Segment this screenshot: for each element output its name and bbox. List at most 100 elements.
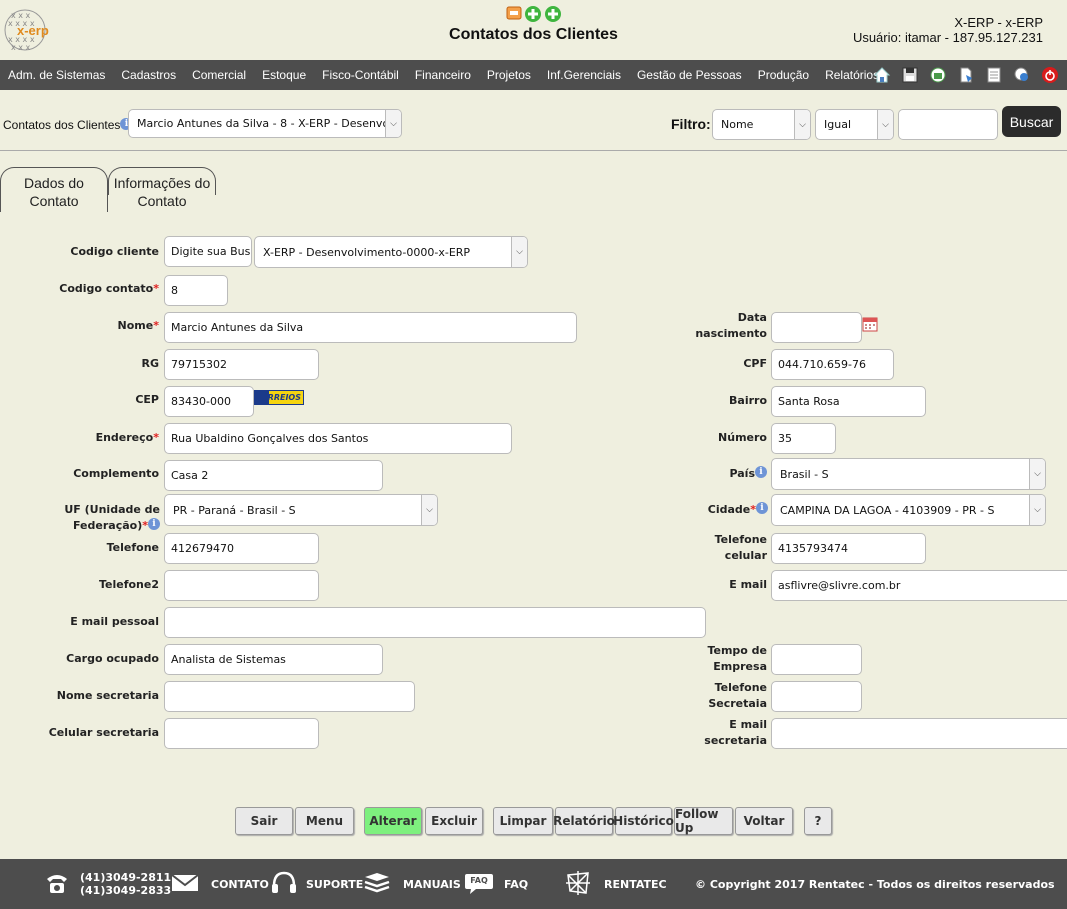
telefone-celular-label: Telefone celular (714, 533, 767, 562)
celular-secretaria-label: Celular secretaria (48, 726, 159, 739)
nav-adm-sistemas[interactable]: Adm. de Sistemas (0, 68, 113, 82)
telefone-input[interactable]: 412679470 (164, 533, 319, 564)
historico-button[interactable]: Histórico (613, 807, 674, 835)
nav-cadastros[interactable]: Cadastros (113, 68, 184, 82)
nav-comercial[interactable]: Comercial (184, 68, 254, 82)
filter-value-input[interactable] (898, 109, 998, 140)
home-icon[interactable] (871, 65, 893, 85)
required-marker: * (153, 319, 159, 332)
celular-secretaria-input[interactable] (164, 718, 319, 749)
nav-fisco-contabil[interactable]: Fisco-Contábil (314, 68, 407, 82)
uf-label: UF (Unidade de Federação)* i (64, 503, 160, 532)
client-select[interactable]: X-ERP - Desenvolvimento-0000-x-ERP ⌵ (254, 236, 528, 268)
footer-suporte-link[interactable]: SUPORTE (270, 859, 363, 909)
email-pessoal-label: E mail pessoal (70, 615, 159, 628)
numero-input[interactable]: 35 (771, 423, 836, 454)
rg-label: RG (141, 357, 160, 370)
telefone2-input[interactable] (164, 570, 319, 601)
save-icon[interactable] (899, 65, 921, 85)
search-people-icon[interactable] (1011, 65, 1033, 85)
tab-informacoes-contato[interactable]: Informações do Contato (108, 167, 216, 209)
tempo-empresa-input[interactable] (771, 644, 862, 675)
correios-logo-icon (255, 391, 269, 404)
header: x x xx x x x x x x xx x x x-erp Contatos… (0, 0, 1067, 60)
main-nav: Adm. de Sistemas Cadastros Comercial Est… (0, 60, 1067, 90)
nome-secretaria-input[interactable] (164, 681, 415, 712)
document-icon[interactable] (955, 65, 977, 85)
footer-copyright: © Copyright 2017 Rentatec - Todos os dir… (695, 877, 1055, 891)
cidade-label: Cidade* i (690, 502, 768, 518)
endereco-input[interactable]: Rua Ubaldino Gonçalves dos Santos (164, 423, 512, 454)
sair-button[interactable]: Sair (235, 807, 293, 835)
bairro-label: Bairro (729, 394, 767, 407)
nav-financeiro[interactable]: Financeiro (407, 68, 479, 82)
cep-input[interactable]: 83430-000 (164, 386, 254, 417)
telefone2-label: Telefone2 (98, 578, 159, 591)
menu-button[interactable]: Menu (295, 807, 354, 835)
nav-projetos[interactable]: Projetos (479, 68, 539, 82)
add-icon[interactable] (524, 5, 542, 26)
cidade-select[interactable]: CAMPINA DA LAGOA - 4103909 - PR - S ⌵ (771, 494, 1046, 526)
telefone-secretaria-input[interactable] (771, 681, 862, 712)
uf-select[interactable]: PR - Paraná - Brasil - S ⌵ (164, 494, 438, 526)
nav-inf-gerenciais[interactable]: Inf.Gerenciais (539, 68, 629, 82)
email-secretaria-input[interactable] (771, 718, 1067, 749)
add-new-icon[interactable] (544, 5, 562, 26)
cargo-input[interactable]: Analista de Sistemas (164, 644, 383, 675)
telefone-celular-input[interactable]: 4135793474 (771, 533, 926, 564)
chevron-down-icon: ⌵ (421, 495, 437, 525)
filter-operator-select[interactable]: Igual ⌵ (815, 109, 894, 140)
list-icon[interactable] (983, 65, 1005, 85)
report-icon[interactable] (506, 5, 522, 26)
info-icon[interactable]: i (148, 518, 160, 530)
correios-lookup-button[interactable]: CORREIOS (254, 390, 304, 405)
email-input[interactable]: asflivre@slivre.com.br (771, 570, 1067, 601)
alterar-button[interactable]: Alterar (364, 807, 422, 835)
contact-selector-bar: Contatos dos Clientes i Marcio Antunes da… (0, 96, 1067, 151)
nome-input[interactable]: Marcio Antunes da Silva (164, 312, 577, 343)
footer-rentatec-link[interactable]: RENTATEC (564, 859, 667, 909)
cpf-label: CPF (743, 357, 767, 370)
telephone-icon (44, 871, 70, 898)
client-search-input[interactable]: Digite sua Busca (164, 236, 252, 267)
voltar-button[interactable]: Voltar (735, 807, 793, 835)
data-nascimento-input[interactable] (771, 312, 862, 343)
chevron-down-icon: ⌵ (877, 110, 893, 139)
info-icon[interactable]: i (755, 466, 767, 478)
contact-select[interactable]: Marcio Antunes da Silva - 8 - X-ERP - De… (128, 109, 402, 138)
nav-menu: Adm. de Sistemas Cadastros Comercial Est… (0, 60, 887, 90)
limpar-button[interactable]: Limpar (493, 807, 553, 835)
excluir-button[interactable]: Excluir (425, 807, 483, 835)
help-button[interactable]: ? (804, 807, 832, 835)
cpf-input[interactable]: 044.710.659-76 (771, 349, 894, 380)
codigo-cliente-label: Codigo cliente (70, 245, 159, 258)
footer-faq-link[interactable]: FAQ FAQ (464, 859, 528, 909)
nome-secretaria-label: Nome secretaria (56, 689, 159, 702)
bairro-input[interactable]: Santa Rosa (771, 386, 926, 417)
codigo-contato-label: Codigo contato* (59, 282, 159, 295)
footer-contato-link[interactable]: CONTATO (171, 859, 269, 909)
relatorio-button[interactable]: Relatório (553, 807, 615, 835)
follow-up-button[interactable]: Follow Up (674, 807, 733, 835)
footer-manuais-link[interactable]: MANUAIS (363, 859, 461, 909)
pais-select[interactable]: Brasil - S ⌵ (771, 458, 1046, 490)
email-pessoal-input[interactable] (164, 607, 706, 638)
search-button[interactable]: Buscar (1002, 106, 1061, 137)
printer-icon[interactable] (927, 65, 949, 85)
filter-field-select[interactable]: Nome ⌵ (712, 109, 811, 140)
tab-dados-contato[interactable]: Dados do Contato (0, 167, 108, 212)
filter-label: Filtro: (671, 116, 711, 132)
power-icon[interactable] (1039, 65, 1061, 85)
calendar-icon[interactable] (862, 316, 878, 335)
chevron-down-icon: ⌵ (511, 237, 527, 267)
svg-text:x x x: x x x (11, 43, 31, 52)
nav-estoque[interactable]: Estoque (254, 68, 314, 82)
rg-input[interactable]: 79715302 (164, 349, 319, 380)
complemento-input[interactable]: Casa 2 (164, 460, 383, 491)
codigo-contato-input[interactable]: 8 (164, 275, 228, 306)
nav-toolbar (871, 65, 1061, 85)
info-icon[interactable]: i (756, 502, 768, 514)
nav-producao[interactable]: Produção (750, 68, 817, 82)
footer-phone-1: (41)3049-2811 (80, 871, 172, 884)
nav-gestao-pessoas[interactable]: Gestão de Pessoas (629, 68, 750, 82)
